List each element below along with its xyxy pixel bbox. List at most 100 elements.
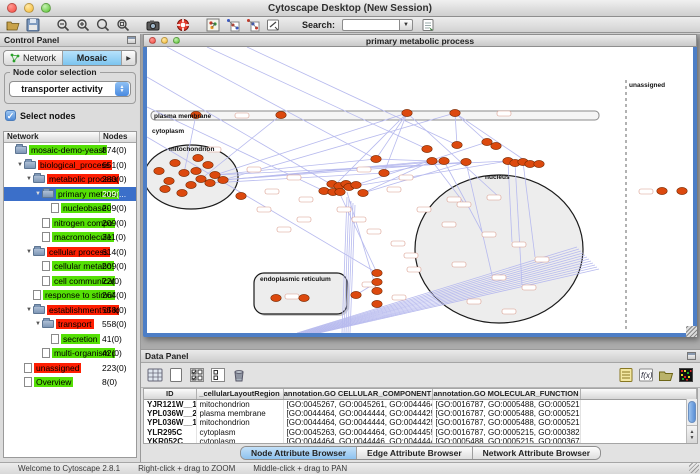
table-column-header[interactable] bbox=[580, 389, 697, 399]
new-attribute-icon[interactable] bbox=[168, 367, 184, 383]
network-window-resize-grip[interactable] bbox=[686, 326, 697, 337]
heatmap-icon[interactable] bbox=[678, 367, 694, 383]
tree-row[interactable]: multi-organism pro42(0) bbox=[4, 346, 136, 361]
tree-expand-arrow-icon[interactable]: ▼ bbox=[25, 307, 33, 313]
graph-node[interactable] bbox=[299, 294, 309, 301]
layout-nodes-a-icon[interactable] bbox=[226, 18, 240, 32]
graph-node[interactable] bbox=[379, 169, 389, 176]
tree-row[interactable]: nitrogen compo209(0) bbox=[4, 216, 136, 231]
tree-row[interactable]: ▼primary metabo209(... bbox=[4, 187, 136, 202]
tree-expand-arrow-icon[interactable]: ▼ bbox=[34, 191, 42, 197]
graph-node[interactable] bbox=[271, 294, 281, 301]
graph-node[interactable] bbox=[657, 187, 667, 194]
zoom-selected-icon[interactable] bbox=[116, 18, 130, 32]
network-minimize-button[interactable] bbox=[161, 37, 168, 44]
graph-node[interactable] bbox=[164, 177, 174, 184]
tree-row[interactable]: ▼cellular process614(0) bbox=[4, 245, 136, 260]
graph-node[interactable] bbox=[179, 169, 189, 176]
network-close-button[interactable] bbox=[149, 37, 156, 44]
graph-node[interactable] bbox=[193, 154, 203, 161]
tab-edge-attribute-browser[interactable]: Edge Attribute Browser bbox=[357, 447, 473, 459]
tree-column-nodes[interactable]: Nodes bbox=[100, 132, 136, 142]
tree-row[interactable]: unassigned223(0) bbox=[4, 361, 136, 376]
attribute-editor-icon[interactable] bbox=[618, 367, 634, 383]
tab-mosaic[interactable]: Mosaic bbox=[63, 51, 122, 65]
tab-node-attribute-browser[interactable]: Node Attribute Browser bbox=[241, 447, 357, 459]
graph-node[interactable] bbox=[422, 145, 432, 152]
graph-node[interactable] bbox=[186, 181, 196, 188]
tab-overflow-arrow[interactable]: ▶ bbox=[122, 51, 136, 65]
tree-row[interactable]: secretion41(0) bbox=[4, 332, 136, 347]
annotation-icon[interactable] bbox=[266, 18, 280, 32]
tab-network[interactable]: Network bbox=[4, 51, 63, 65]
tree-expand-arrow-icon[interactable]: ▼ bbox=[25, 249, 33, 255]
tree-expand-arrow-icon[interactable]: ▼ bbox=[34, 321, 42, 327]
tree-row[interactable]: ▼biological_process651(0) bbox=[4, 158, 136, 173]
graph-node[interactable] bbox=[170, 159, 180, 166]
delete-attribute-icon[interactable] bbox=[231, 367, 247, 383]
select-nodes-checkbox[interactable]: ✓ bbox=[5, 110, 16, 121]
app-resize-grip[interactable] bbox=[689, 463, 699, 473]
tree-row[interactable]: ▼metabolic process280(0) bbox=[4, 172, 136, 187]
layout-nodes-b-icon[interactable] bbox=[246, 18, 260, 32]
tree-column-network[interactable]: Network bbox=[4, 132, 100, 142]
graph-node[interactable] bbox=[372, 278, 382, 285]
graph-node[interactable] bbox=[427, 157, 437, 164]
graph-node[interactable] bbox=[236, 192, 246, 199]
table-row[interactable]: YJR121W__1mitochondrion[GO:0045267, GO:0… bbox=[144, 399, 697, 409]
graph-node[interactable] bbox=[372, 269, 382, 276]
network-canvas[interactable]: plasma membranecytoplasmmitochondrionnuc… bbox=[147, 47, 693, 333]
vizmapper-icon[interactable] bbox=[206, 18, 220, 32]
table-column-header[interactable]: ID bbox=[144, 389, 196, 399]
table-column-header[interactable]: _cellularLayoutRegion bbox=[196, 389, 283, 399]
table-row[interactable]: YLR295Ccytoplasm[GO:0045263, GO:0044464,… bbox=[144, 428, 697, 438]
table-row[interactable]: YPL036W__2plasma membrane[GO:0044464, GO… bbox=[144, 409, 697, 419]
network-zoom-button[interactable] bbox=[173, 37, 180, 44]
minimize-window-button[interactable] bbox=[24, 3, 34, 13]
graph-node[interactable] bbox=[372, 287, 382, 294]
tree-row[interactable]: macromolecule311(0) bbox=[4, 230, 136, 245]
tree-expand-arrow-icon[interactable]: ▼ bbox=[25, 176, 33, 182]
table-row[interactable]: YKR052Ccytoplasm[GO:0044464, GO:0044446,… bbox=[144, 437, 697, 444]
select-attributes-icon[interactable] bbox=[189, 367, 205, 383]
open-session-icon[interactable] bbox=[6, 18, 20, 32]
close-window-button[interactable] bbox=[7, 3, 17, 13]
zoom-out-icon[interactable] bbox=[56, 18, 70, 32]
zoom-window-button[interactable] bbox=[41, 3, 51, 13]
graph-node[interactable] bbox=[191, 167, 201, 174]
zoom-fit-icon[interactable] bbox=[96, 18, 110, 32]
scrollbar-arrows[interactable]: ▲▼ bbox=[687, 425, 697, 443]
tree-expand-arrow-icon[interactable]: ▼ bbox=[16, 162, 24, 168]
graph-node[interactable] bbox=[402, 109, 412, 116]
tree-row[interactable]: ▼establishment of lo558(0) bbox=[4, 303, 136, 318]
graph-node[interactable] bbox=[439, 157, 449, 164]
graph-node[interactable] bbox=[319, 187, 329, 194]
graph-node[interactable] bbox=[196, 175, 206, 182]
graph-node[interactable] bbox=[677, 187, 687, 194]
graph-node[interactable] bbox=[210, 171, 220, 178]
tree-row[interactable]: mosaic-demo-yeast874(0) bbox=[4, 143, 136, 158]
graph-node[interactable] bbox=[482, 138, 492, 145]
table-row[interactable]: YPL036W__1mitochondrion[GO:0044464, GO:0… bbox=[144, 418, 697, 428]
graph-node[interactable] bbox=[205, 179, 215, 186]
save-session-icon[interactable] bbox=[26, 18, 40, 32]
attribute-matrix-icon[interactable] bbox=[147, 367, 163, 383]
tree-row[interactable]: nucleobase-209(0) bbox=[4, 201, 136, 216]
graph-node[interactable] bbox=[452, 141, 462, 148]
tree-row[interactable]: Overview8(0) bbox=[4, 375, 136, 390]
table-scrollbar[interactable]: ▲▼ bbox=[686, 399, 697, 443]
tree-row[interactable]: cell communicat22(0) bbox=[4, 274, 136, 289]
import-attributes-icon[interactable] bbox=[658, 367, 674, 383]
unselect-attributes-icon[interactable] bbox=[210, 367, 226, 383]
table-column-header[interactable]: annotation.GO CELLULAR_COMPONENT bbox=[283, 389, 432, 399]
help-lifering-icon[interactable] bbox=[176, 18, 190, 32]
node-color-dropdown[interactable]: transporter activity ▲▼ bbox=[9, 81, 131, 97]
graph-node[interactable] bbox=[351, 291, 361, 298]
graph-node[interactable] bbox=[358, 189, 368, 196]
graph-node[interactable] bbox=[534, 160, 544, 167]
snapshot-camera-icon[interactable] bbox=[146, 18, 160, 32]
graph-node[interactable] bbox=[177, 189, 187, 196]
table-column-header[interactable]: annotation.GO MOLECULAR_FUNCTION bbox=[432, 389, 580, 399]
graph-node[interactable] bbox=[203, 161, 213, 168]
graph-node[interactable] bbox=[351, 181, 361, 188]
